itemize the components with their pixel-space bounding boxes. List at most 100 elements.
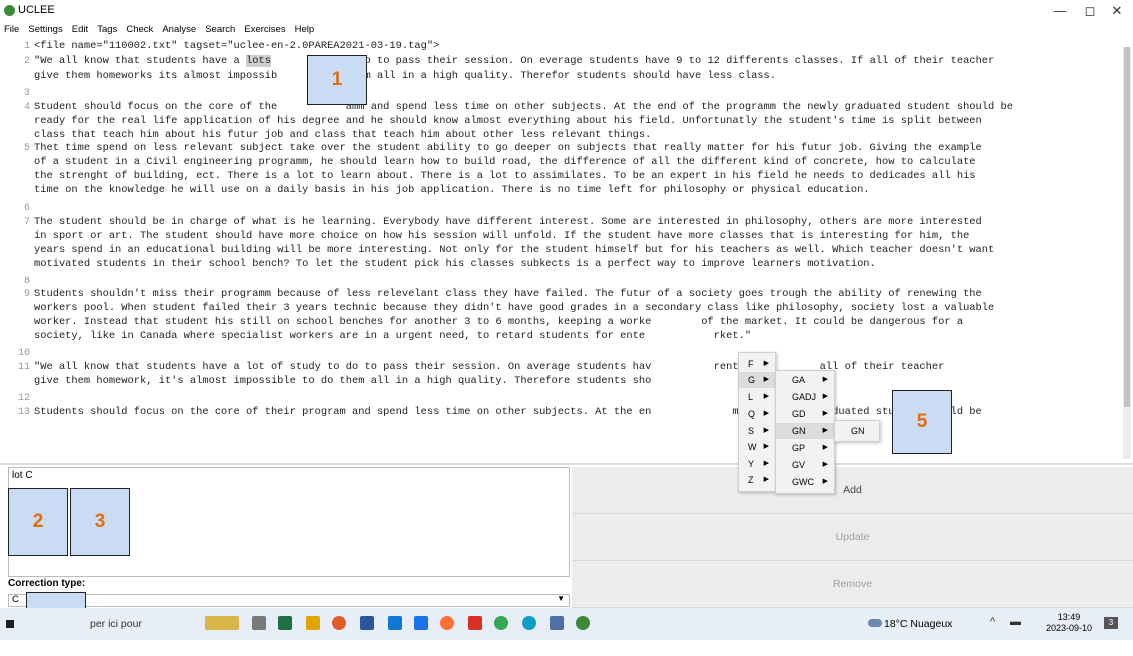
line-number: 9	[23, 289, 30, 300]
outlook-icon[interactable]	[388, 616, 402, 630]
chevron-right-icon: ▶	[763, 476, 769, 483]
line-text: years spend in an educational building w…	[34, 244, 995, 256]
menu-item-gp[interactable]: GP ▶	[792, 440, 834, 456]
line-text: Students shouldn't miss their programm b…	[34, 288, 982, 300]
chevron-right-icon: ▶	[822, 376, 828, 383]
menu-item-gn[interactable]: GN ▶	[776, 423, 834, 439]
maximize-button[interactable]: ◻	[1075, 2, 1105, 20]
annotation-badge-1: 1	[307, 55, 367, 105]
line-text: workers pool. When student failed their …	[34, 302, 995, 314]
notification-icon[interactable]: 3	[1104, 617, 1118, 629]
menu-bar: File Settings Edit Tags Check Analyse Se…	[0, 22, 1133, 36]
widgets-icon[interactable]	[205, 616, 239, 630]
minimize-button[interactable]: —	[1045, 2, 1075, 20]
firefox-icon[interactable]	[440, 616, 454, 630]
line-text: the strenght of building, ect. There is …	[34, 170, 976, 182]
menu-item-y[interactable]: Y ▶	[748, 456, 775, 472]
editor-scrollbar[interactable]	[1123, 47, 1131, 459]
chevron-right-icon: ▶	[763, 393, 769, 400]
media-icon[interactable]	[332, 616, 346, 630]
annotation-badge-3: 3	[70, 488, 130, 556]
menu-item-s[interactable]: S ▶	[748, 423, 775, 439]
text-editor[interactable]: 1 <file name="110002.txt" tagset="uclee-e…	[0, 37, 1133, 462]
line-number: 10	[17, 348, 30, 359]
menu-item-gd[interactable]: GD ▶	[792, 406, 834, 422]
chevron-right-icon: ▶	[763, 460, 769, 467]
menu-check[interactable]: Check	[126, 24, 153, 35]
window-title: UCLEE	[18, 4, 55, 16]
start-icon[interactable]	[6, 620, 14, 628]
line-number: 3	[23, 88, 30, 99]
line-number: 1	[23, 41, 30, 52]
acrobat-icon[interactable]	[468, 616, 482, 630]
chevron-right-icon: ▶	[822, 444, 828, 451]
menu-exercises[interactable]: Exercises	[244, 24, 285, 35]
annotation-badge-2: 2	[8, 488, 68, 556]
menu-item-f[interactable]: F ▶	[748, 356, 775, 372]
menu-edit[interactable]: Edit	[72, 24, 88, 35]
chevron-right-icon: ▶	[763, 360, 769, 367]
chevron-right-icon: ▶	[822, 393, 828, 400]
line-text: give them homeworks its almost impossib …	[34, 70, 777, 82]
line-text: society, like in Canada where specialist…	[34, 330, 752, 342]
menu-search[interactable]: Search	[205, 24, 235, 35]
battery-icon[interactable]: ▬	[1010, 616, 1021, 628]
menu-analyse[interactable]: Analyse	[162, 24, 196, 35]
menu-settings[interactable]: Settings	[28, 24, 62, 35]
line-number: 13	[17, 407, 30, 418]
menu-item-gn-leaf[interactable]: GN	[851, 423, 879, 439]
menu-help[interactable]: Help	[295, 24, 315, 35]
line-text: Student should focus on the core of the …	[34, 101, 1013, 113]
k-app-icon[interactable]	[414, 616, 428, 630]
menu-item-z[interactable]: Z ▶	[748, 472, 775, 488]
line-text: motivated students in their school bench…	[34, 258, 876, 270]
chevron-right-icon: ▶	[822, 410, 828, 417]
scrollbar-thumb[interactable]	[1124, 47, 1130, 407]
menu-item-gadj[interactable]: GADJ ▶	[792, 389, 834, 405]
highlighted-token[interactable]: lots	[246, 55, 271, 67]
context-menu-level2: GA ▶ GADJ ▶ GD ▶ GN ▶ GP ▶ GV ▶ GWC ▶	[775, 370, 835, 494]
line-number: 8	[23, 276, 30, 287]
app-icon-2[interactable]	[550, 616, 564, 630]
edge-icon[interactable]	[522, 616, 536, 630]
menu-item-gv[interactable]: GV ▶	[792, 457, 834, 473]
excel-icon[interactable]	[278, 616, 292, 630]
menu-item-ga[interactable]: GA ▶	[792, 372, 834, 388]
menu-item-w[interactable]: W ▶	[748, 439, 775, 455]
menu-item-gwc[interactable]: GWC ▶	[792, 474, 834, 490]
taskbar: per ici pour 18°C Nuageux ^ ▬ 13:49 2023…	[0, 608, 1133, 640]
line-text: give them homework, it's almost impossib…	[34, 375, 652, 387]
line-text: <file name="110002.txt" tagset="uclee-en…	[34, 40, 440, 52]
menu-item-l[interactable]: L ▶	[748, 389, 775, 405]
menu-tags[interactable]: Tags	[97, 24, 117, 35]
uclee-taskbar-icon[interactable]	[576, 616, 590, 630]
line-text: in sport or art. The student should have…	[34, 230, 970, 242]
line-text: time on the knowledge he will use on a d…	[34, 184, 870, 196]
line-text: of a student in a Civil engineering prog…	[34, 156, 976, 168]
weather-text[interactable]: 18°C Nuageux	[884, 618, 952, 630]
clock[interactable]: 13:49 2023-09-10	[1046, 612, 1092, 634]
line-number: 5	[23, 143, 30, 154]
line-number: 12	[17, 393, 30, 404]
update-button[interactable]: Update	[572, 514, 1133, 561]
chevron-right-icon: ▶	[822, 427, 828, 434]
chevron-up-icon[interactable]: ^	[990, 616, 995, 628]
line-text-post: to do to pass their session. On everage …	[270, 55, 995, 67]
close-button[interactable]: ✕	[1102, 2, 1132, 20]
chevron-right-icon: ▶	[763, 410, 769, 417]
chrome-icon[interactable]	[494, 616, 508, 630]
correction-type-select[interactable]: C ▼	[8, 594, 570, 607]
explorer-icon[interactable]	[306, 616, 320, 630]
remove-button[interactable]: Remove	[572, 561, 1133, 608]
task-view-icon[interactable]	[252, 616, 266, 630]
cloud-icon	[868, 619, 882, 627]
menu-file[interactable]: File	[4, 24, 19, 35]
add-button[interactable]: Add	[572, 467, 1133, 514]
line-text: "We all know that students have a lots t…	[34, 55, 994, 68]
menu-item-g[interactable]: G ▶	[739, 372, 775, 388]
title-bar: UCLEE — ◻ ✕	[0, 0, 1133, 22]
word-icon[interactable]	[360, 616, 374, 630]
context-menu-level1: F ▶ G ▶ L ▶ Q ▶ S ▶ W ▶ Y ▶ Z ▶	[738, 352, 776, 492]
menu-item-q[interactable]: Q ▶	[748, 406, 775, 422]
chevron-right-icon: ▶	[763, 376, 769, 383]
